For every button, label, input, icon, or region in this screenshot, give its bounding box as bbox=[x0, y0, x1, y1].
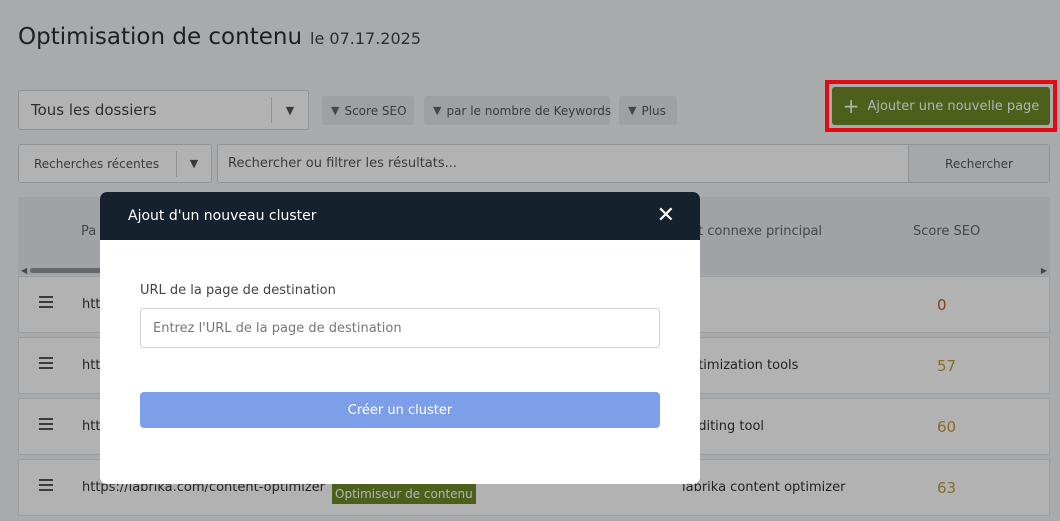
create-cluster-button[interactable]: Créer un cluster bbox=[140, 392, 660, 428]
modal-title: Ajout d'un nouveau cluster bbox=[128, 208, 317, 224]
close-icon[interactable]: ✕ bbox=[657, 205, 675, 227]
add-cluster-modal: Ajout d'un nouveau cluster ✕ URL de la p… bbox=[100, 192, 700, 484]
content-optimization-page: Optimisation de contenu le 07.17.2025 Tou… bbox=[0, 0, 1060, 521]
url-field[interactable] bbox=[140, 308, 660, 348]
modal-header: Ajout d'un nouveau cluster ✕ bbox=[100, 192, 700, 240]
url-field-label: URL de la page de destination bbox=[140, 283, 336, 298]
